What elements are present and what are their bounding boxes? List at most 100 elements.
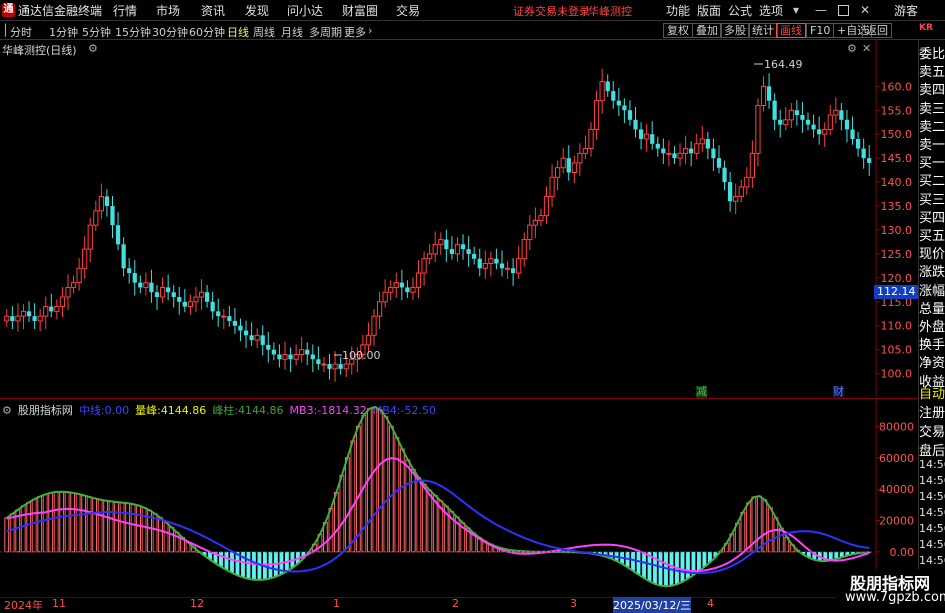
indicator-bar (697, 551, 701, 572)
candle-body (15, 315, 21, 322)
tool-diejia[interactable]: 叠加 (692, 23, 722, 38)
candle-body (10, 316, 15, 321)
candle-body (705, 138, 710, 149)
indicator-bar (26, 501, 32, 553)
period-30min[interactable]: 30分钟 (152, 24, 188, 40)
tick-time: 14:56 (919, 490, 945, 503)
date-label-2: 2 (452, 597, 459, 610)
tick-time: 14:56 (919, 538, 945, 551)
dropdown-icon[interactable]: ▾ (793, 3, 799, 17)
indicator-bar (394, 437, 400, 553)
candle-body (577, 152, 583, 164)
candle-body (516, 258, 522, 274)
tool-f10[interactable]: F10 (806, 23, 835, 38)
indicator-bar (53, 491, 59, 553)
menu-item-jiaoyi[interactable]: 交易 (396, 2, 420, 19)
app-logo: 通 通达信金融终端 (2, 2, 102, 18)
login-notice[interactable]: 证券交易未登录 (513, 3, 590, 19)
minimize-icon[interactable]: — (815, 3, 827, 17)
candle-body (677, 152, 683, 159)
quote-label-8: 买三 (919, 192, 945, 208)
candle-body (70, 282, 77, 288)
candle-body (249, 335, 254, 341)
user-label[interactable]: 游客 (894, 2, 918, 19)
menu-item-hangqing[interactable]: 行情 (113, 2, 137, 19)
period-fenshi[interactable]: 分时 (10, 24, 32, 40)
menu-item-gongneng[interactable]: 功能 (666, 2, 690, 19)
period-weekly[interactable]: 周线 (253, 24, 275, 40)
tool-tongji[interactable]: 统计 (748, 23, 778, 38)
tool-huaxian[interactable]: 画线 (776, 23, 806, 38)
y-tick-label: 130.0 (881, 224, 913, 237)
panel-action-1[interactable]: 注册 (919, 405, 945, 422)
chevron-right-icon[interactable]: › (368, 24, 372, 37)
candle-body (59, 296, 66, 308)
panel-action-2[interactable]: 交易 (919, 424, 945, 441)
indicator-bar (20, 505, 26, 553)
period-monthly[interactable]: 月线 (281, 24, 303, 40)
date-label-12: 12 (190, 597, 204, 610)
indicator-bar (377, 409, 383, 553)
quote-label-14: 总量 (919, 301, 945, 317)
menu-item-xuanxiang[interactable]: 选项 (759, 2, 783, 19)
stock-tag[interactable]: 华峰测控 (588, 3, 632, 19)
indicator-bar (125, 502, 131, 553)
candle-body (138, 282, 143, 288)
candle-body (811, 124, 816, 130)
candle-body (365, 334, 372, 346)
indicator-bar (114, 501, 120, 553)
high-label: 164.49 (764, 58, 803, 71)
candle-body (527, 224, 533, 241)
candle-body (121, 244, 126, 269)
candle-body (466, 249, 471, 254)
indicator-bar (108, 500, 114, 553)
indicator-bar (9, 513, 15, 553)
candle-body (543, 195, 550, 217)
candle-body (566, 158, 571, 173)
period-1min[interactable]: 1分钟 (49, 24, 78, 40)
menu-item-caifuquan[interactable]: 财富圈 (342, 2, 378, 19)
marker-jian[interactable]: 减 (696, 386, 707, 398)
menu-item-zixun[interactable]: 资讯 (201, 2, 225, 19)
indicator-bar (427, 489, 433, 553)
panel-action-0[interactable]: 自动 (919, 386, 945, 403)
candle-body (210, 301, 215, 312)
period-multi[interactable]: 多周期 (309, 24, 342, 40)
mb4-line (6, 479, 870, 575)
tool-duogu[interactable]: 多股 (720, 23, 750, 38)
period-15min[interactable]: 15分钟 (115, 24, 151, 40)
candle-body (82, 248, 88, 269)
menu-item-gongshi[interactable]: 公式 (728, 2, 752, 19)
period-60min[interactable]: 60分钟 (189, 24, 225, 40)
menu-item-wenxiaoda[interactable]: 问小达 (287, 2, 323, 19)
tool-fuquan[interactable]: 复权 (663, 23, 693, 38)
candle-body (844, 119, 850, 130)
candle-body (716, 158, 722, 168)
candlestick-chart[interactable]: 164.49 100.00 100.0105.0110.0115.0120.01… (0, 40, 918, 396)
candle-body (738, 186, 744, 197)
menu-item-faxian[interactable]: 发现 (245, 2, 269, 19)
period-daily[interactable]: 日线 (227, 24, 249, 40)
close-icon[interactable]: ✕ (860, 3, 870, 17)
candle-body (532, 219, 538, 226)
candle-body (682, 148, 689, 154)
indicator-bar (658, 551, 663, 586)
indicator-chart[interactable]: -200000.0020000400006000080000 (0, 399, 918, 597)
candle-body (159, 286, 166, 298)
indicator-bar (42, 493, 48, 553)
candle-body (699, 138, 705, 145)
candle-body (728, 182, 733, 202)
candle-body (800, 115, 805, 120)
marker-cai[interactable]: 财 (833, 386, 844, 398)
tool-fanhui[interactable]: 返回 (862, 23, 892, 38)
indicator-bar (344, 457, 350, 553)
period-more[interactable]: 更多 (344, 24, 366, 40)
y-tick-label: 160.0 (881, 80, 913, 93)
menu-item-shichang[interactable]: 市场 (156, 2, 180, 19)
indicator-bar (163, 521, 169, 553)
menu-item-banmian[interactable]: 版面 (697, 2, 721, 19)
maximize-icon[interactable] (838, 5, 849, 16)
period-expand-icon[interactable]: │ (2, 24, 9, 37)
period-5min[interactable]: 5分钟 (82, 24, 111, 40)
candle-body (472, 253, 477, 259)
